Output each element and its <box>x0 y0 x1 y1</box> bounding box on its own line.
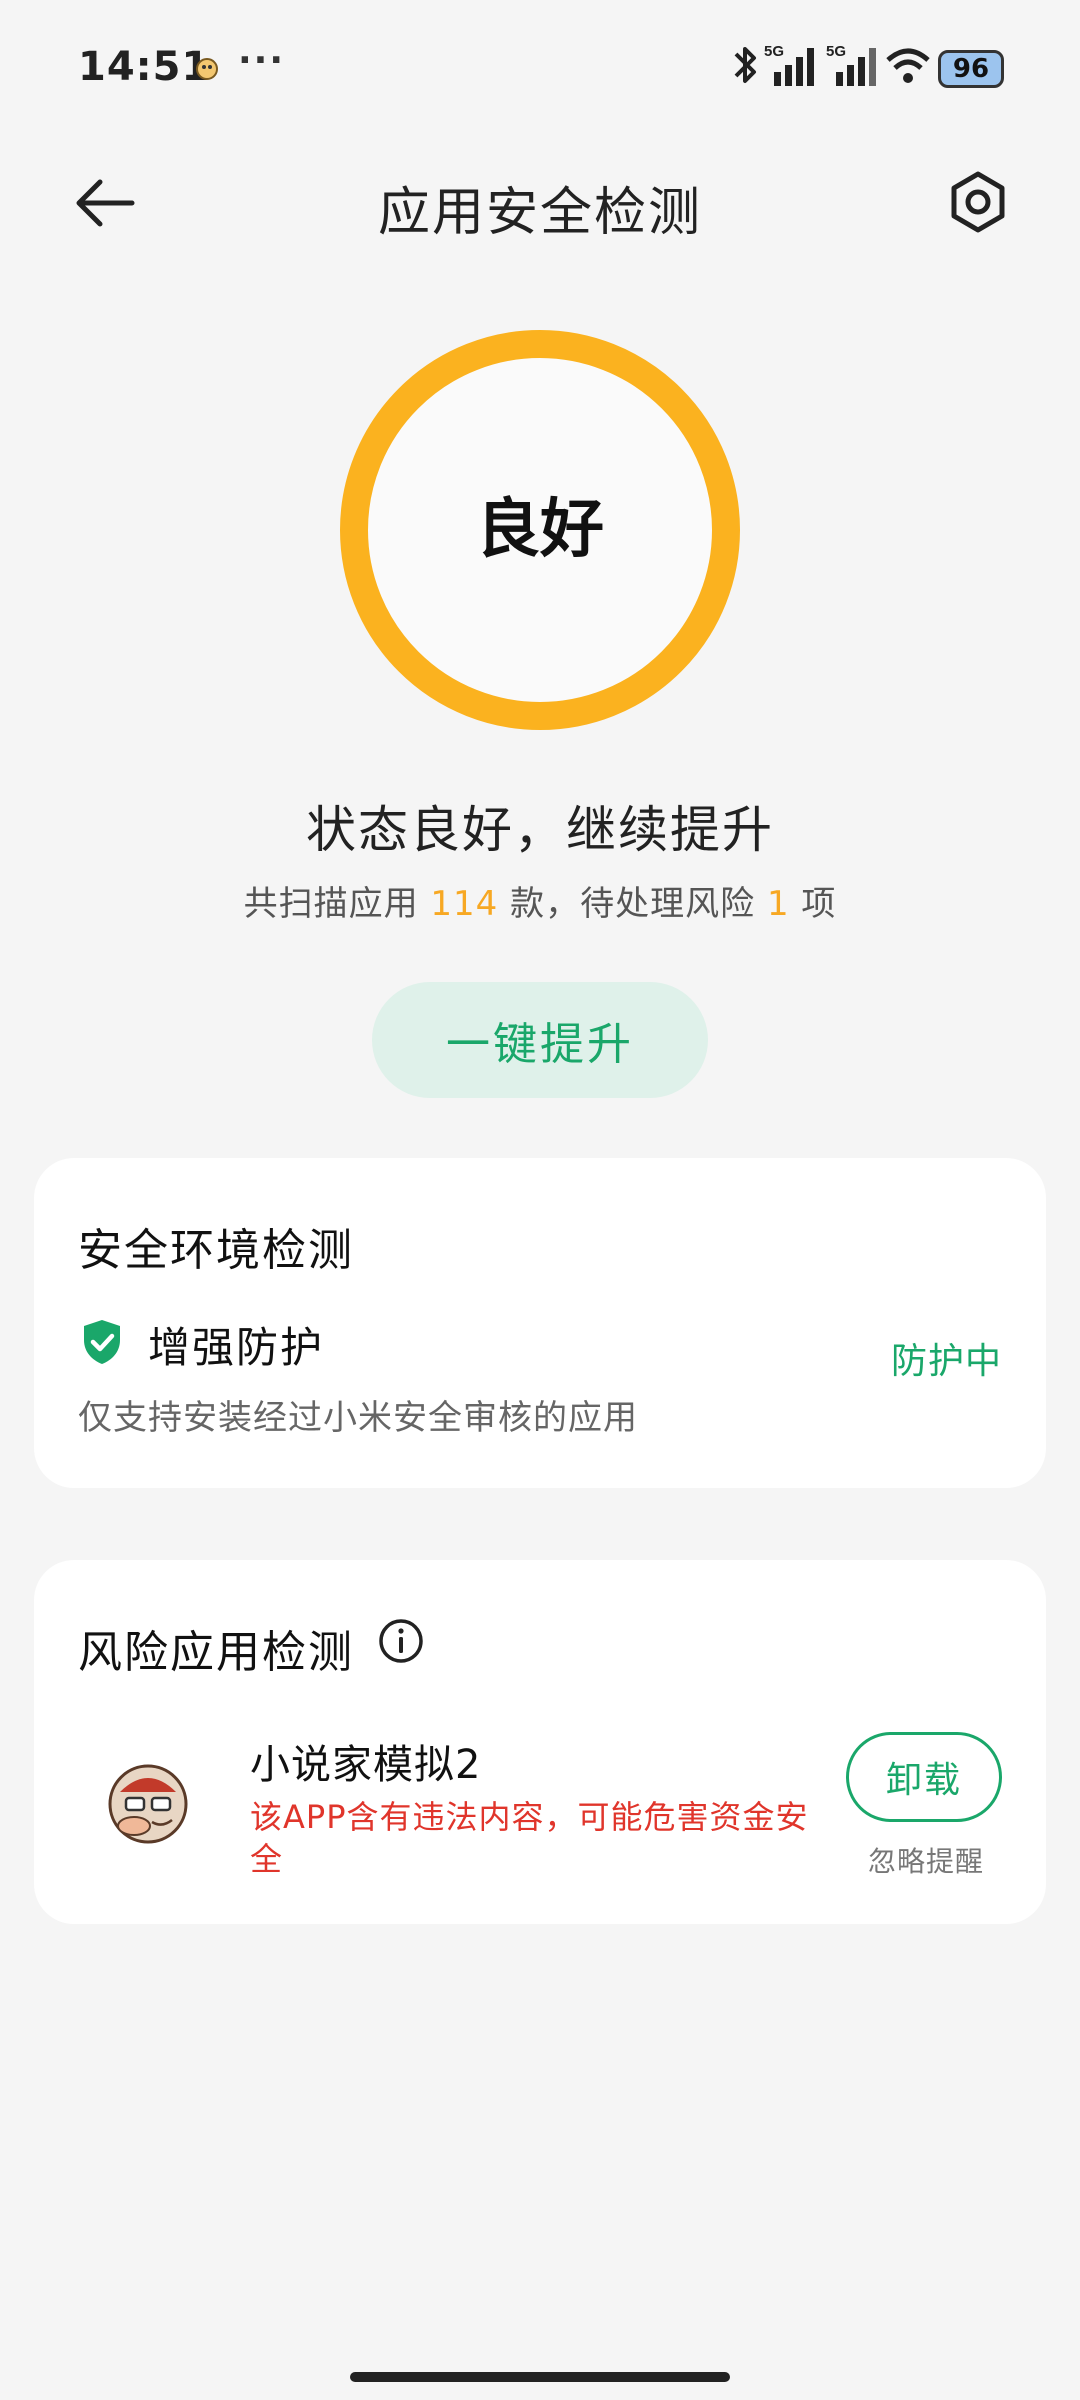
settings-button[interactable] <box>946 170 1010 234</box>
more-notifications-icon: ··· <box>238 40 286 81</box>
security-environment-title: 安全环境检测 <box>78 1225 354 1276</box>
enhanced-protection-description: 仅支持安装经过小米安全审核的应用 <box>78 1398 638 1438</box>
scan-summary: 共扫描应用 114 款，待处理风险 1 项 <box>0 876 1080 925</box>
ignore-reminder-link[interactable]: 忽略提醒 <box>868 1840 984 1880</box>
svg-text:5G: 5G <box>764 43 784 60</box>
score-label: 良好 <box>476 493 604 567</box>
svg-text:5G: 5G <box>826 43 846 60</box>
scan-summary-middle: 款，待处理风险 <box>498 884 767 924</box>
risk-app-warning: 该APP含有违法内容，可能危害资金安全 <box>250 1798 809 1878</box>
bluetooth-icon <box>734 47 756 83</box>
one-click-boost-button[interactable]: 一键提升 <box>372 982 708 1098</box>
enhanced-protection-label: 增强防护 <box>148 1323 325 1372</box>
risk-count: 1 <box>766 884 790 924</box>
scan-summary-suffix: 项 <box>789 884 837 924</box>
uninstall-button[interactable]: 卸载 <box>846 1732 1002 1822</box>
security-score-ring: 良好 <box>340 330 740 730</box>
status-heading: 状态良好，继续提升 <box>306 801 774 859</box>
screen: 14:51 ··· 5G 5G 96 应用安全检测 良好 状态良好，继续提升 共… <box>0 0 1080 2400</box>
risk-app-name: 小说家模拟2 <box>250 1742 482 1788</box>
security-environment-card: 安全环境检测 增强防护 仅支持安装经过小米安全审核的应用 防护中 <box>34 1158 1046 1488</box>
risk-apps-title: 风险应用检测 <box>78 1627 354 1678</box>
status-bar: 14:51 ··· 5G 5G 96 <box>0 0 1080 140</box>
scan-summary-prefix: 共扫描应用 <box>243 884 431 924</box>
app-icon <box>108 1764 188 1844</box>
wifi-icon <box>886 48 930 83</box>
gear-hex-icon <box>951 171 1005 233</box>
header: 应用安全检测 <box>0 140 1080 270</box>
signal-5g-icon: 5G <box>764 43 814 86</box>
signal-5g-icon-2: 5G <box>826 43 876 86</box>
scanned-apps-count: 114 <box>430 884 499 924</box>
risk-apps-card: 风险应用检测 小说家模拟2 该APP含有违法内容，可能危害资金安全 卸载 忽略提… <box>34 1560 1046 1924</box>
battery-indicator: 96 <box>938 50 1004 88</box>
info-icon[interactable] <box>378 1618 424 1664</box>
home-indicator[interactable] <box>350 2372 730 2382</box>
page-title: 应用安全检测 <box>377 183 702 243</box>
protection-status[interactable]: 防护中 <box>891 1332 1002 1384</box>
status-time: 14:51 <box>78 44 211 90</box>
shield-check-icon <box>84 1320 120 1364</box>
notification-icon <box>194 56 220 86</box>
